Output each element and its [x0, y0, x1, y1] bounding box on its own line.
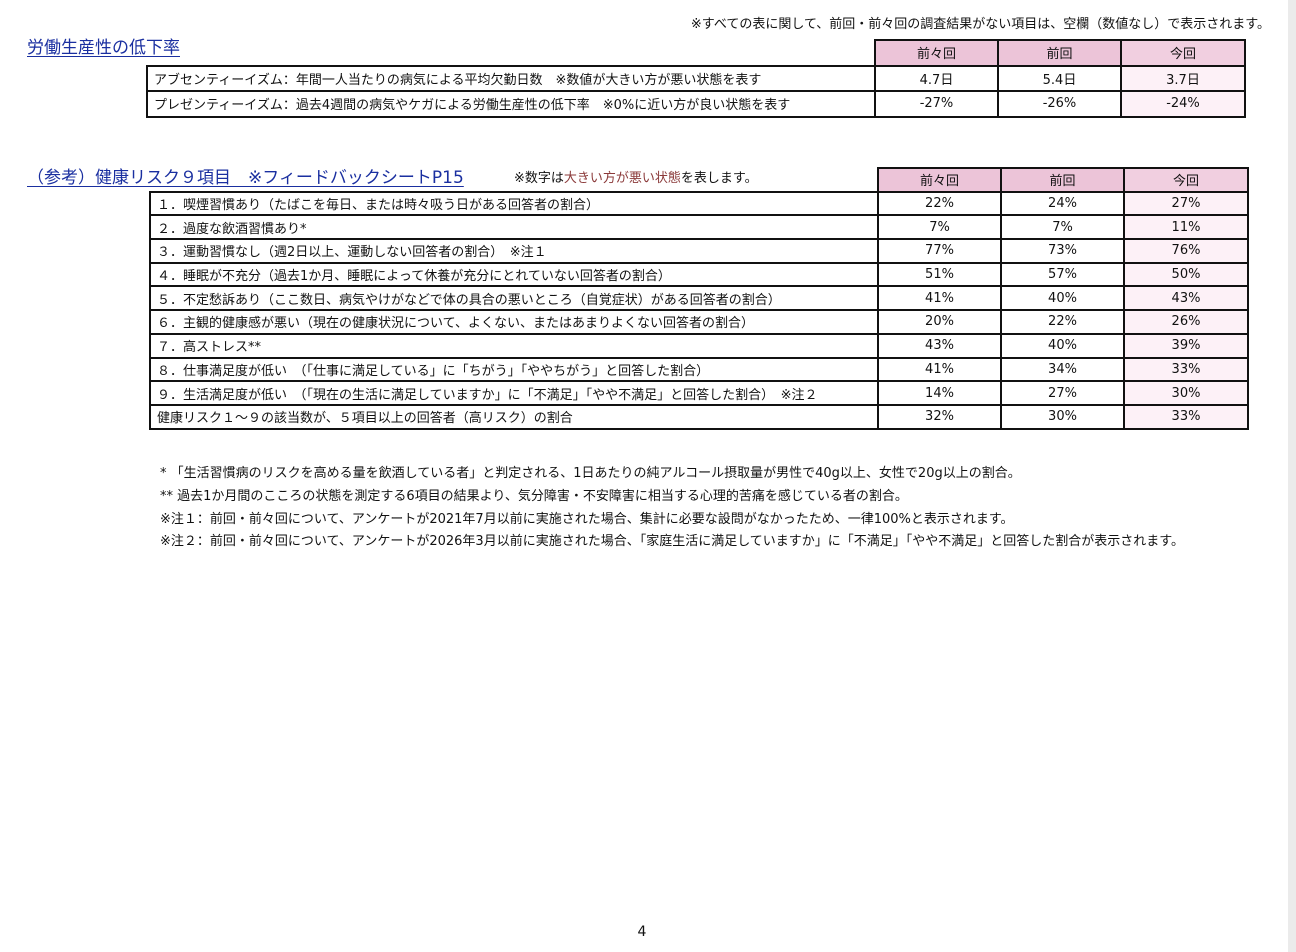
value-prev: 40%	[1000, 332, 1125, 359]
value-prev: 34%	[1000, 356, 1125, 383]
productivity-table: 前々回 前回 今回 アブセンティーイズム：年間一人当たりの病気による平均欠勤日数…	[146, 39, 1246, 118]
value-prev: 7%	[1000, 214, 1125, 241]
value-prev2: -27%	[874, 90, 999, 118]
header-prev: 前回	[1000, 167, 1125, 193]
header-current: 今回	[1120, 39, 1246, 67]
table-row: ３．運動習慣なし（週2日以上、運動しない回答者の割合） ※注１ 77% 73% …	[149, 238, 1249, 264]
value-current: 26%	[1123, 309, 1249, 335]
value-prev2: 4.7日	[874, 64, 999, 92]
value-prev: 30%	[1000, 403, 1125, 430]
header-prev: 前回	[997, 39, 1122, 67]
value-prev2: 7%	[877, 214, 1002, 241]
header-blank-cell	[147, 40, 875, 66]
row-label: １．喫煙習慣あり（たばこを毎日、または時々吸う日がある回答者の割合）	[149, 190, 879, 217]
header-blank-cell	[150, 168, 878, 192]
value-current: 50%	[1123, 261, 1249, 288]
row-label: ９．生活満足度が低い （「現在の生活に満足していますか」に「不満足」「やや不満足…	[149, 380, 879, 406]
health-risk-table: 前々回 前回 今回 １．喫煙習慣あり（たばこを毎日、または時々吸う日がある回答者…	[149, 167, 1249, 430]
row-label: ２．過度な飲酒習慣あり*	[149, 214, 879, 241]
value-prev2: 41%	[877, 285, 1002, 312]
table-row-total: 健康リスク１～９の該当数が、５項目以上の回答者（高リスク）の割合 32% 30%…	[149, 403, 1249, 430]
row-label: プレゼンティーイズム：過去4週間の病気やケガによる労働生産性の低下率 ※0%に近…	[146, 90, 876, 118]
value-current: 33%	[1123, 403, 1249, 430]
value-current: 33%	[1123, 356, 1249, 383]
value-prev2: 14%	[877, 380, 1002, 406]
footnotes: * 「生活習慣病のリスクを高める量を飲酒している者」と判定される、1日あたりの純…	[160, 463, 1184, 554]
row-label: ７．高ストレス**	[149, 332, 879, 359]
health-risk-header-row: 前々回 前回 今回	[150, 167, 1249, 193]
value-prev2: 20%	[877, 309, 1002, 335]
footnote-stress: ** 過去1か月間のこころの状態を測定する6項目の結果より、気分障害・不安障害に…	[160, 488, 908, 504]
value-prev: 73%	[1000, 238, 1125, 264]
value-current: 39%	[1123, 332, 1249, 359]
footnote-alcohol: * 「生活習慣病のリスクを高める量を飲酒している者」と判定される、1日あたりの純…	[160, 466, 1021, 481]
value-current: 27%	[1123, 190, 1249, 217]
value-prev: 40%	[1000, 285, 1125, 312]
table-row: ７．高ストレス** 43% 40% 39%	[149, 332, 1249, 359]
table-row: １．喫煙習慣あり（たばこを毎日、または時々吸う日がある回答者の割合） 22% 2…	[149, 190, 1249, 217]
productivity-header-row: 前々回 前回 今回	[147, 39, 1246, 67]
table-row: プレゼンティーイズム：過去4週間の病気やケガによる労働生産性の低下率 ※0%に近…	[146, 90, 1246, 118]
value-current: 43%	[1123, 285, 1249, 312]
top-note: ※すべての表に関して、前回・前々回の調査結果がない項目は、空欄（数値なし）で表示…	[690, 17, 1270, 32]
row-label: 健康リスク１～９の該当数が、５項目以上の回答者（高リスク）の割合	[149, 403, 879, 430]
header-prev2: 前々回	[877, 167, 1002, 193]
header-prev2: 前々回	[874, 39, 999, 67]
value-prev: 5.4日	[997, 64, 1122, 92]
row-label: ４．睡眠が不充分（過去1か月、睡眠によって休養が充分にとれていない回答者の割合）	[149, 261, 879, 288]
footnote-note1: ※注１：前回・前々回について、アンケートが2021年7月以前に実施された場合、集…	[160, 511, 1014, 527]
table-row: アブセンティーイズム：年間一人当たりの病気による平均欠勤日数 ※数値が大きい方が…	[146, 64, 1246, 92]
value-prev: 27%	[1000, 380, 1125, 406]
table-row: ９．生活満足度が低い （「現在の生活に満足していますか」に「不満足」「やや不満足…	[149, 380, 1249, 406]
row-label: ３．運動習慣なし（週2日以上、運動しない回答者の割合） ※注１	[149, 238, 879, 264]
value-prev2: 32%	[877, 403, 1002, 430]
row-label: ６．主観的健康感が悪い（現在の健康状況について、よくない、またはあまりよくない回…	[149, 309, 879, 335]
value-prev2: 77%	[877, 238, 1002, 264]
value-current: 3.7日	[1120, 64, 1246, 92]
table-row: ８．仕事満足度が低い （「仕事に満足している」に「ちがう」「ややちがう」と回答し…	[149, 356, 1249, 383]
row-label: アブセンティーイズム：年間一人当たりの病気による平均欠勤日数 ※数値が大きい方が…	[146, 64, 876, 92]
footnote-note2: ※注２：前回・前々回について、アンケートが2026年3月以前に実施された場合、「…	[160, 534, 1184, 550]
header-current: 今回	[1123, 167, 1249, 193]
row-label: ８．仕事満足度が低い （「仕事に満足している」に「ちがう」「ややちがう」と回答し…	[149, 356, 879, 383]
value-prev: -26%	[997, 90, 1122, 118]
value-current: 11%	[1123, 214, 1249, 241]
page-number: 4	[637, 924, 647, 940]
value-prev: 57%	[1000, 261, 1125, 288]
table-row: ２．過度な飲酒習慣あり* 7% 7% 11%	[149, 214, 1249, 241]
value-prev: 24%	[1000, 190, 1125, 217]
table-row: ６．主観的健康感が悪い（現在の健康状況について、よくない、またはあまりよくない回…	[149, 309, 1249, 335]
value-prev2: 51%	[877, 261, 1002, 288]
table-row: ４．睡眠が不充分（過去1か月、睡眠によって休養が充分にとれていない回答者の割合）…	[149, 261, 1249, 288]
value-prev2: 41%	[877, 356, 1002, 383]
value-prev2: 43%	[877, 332, 1002, 359]
value-current: -24%	[1120, 90, 1246, 118]
table-row: ５．不定愁訴あり（ここ数日、病気やけがなどで体の具合の悪いところ（自覚症状）があ…	[149, 285, 1249, 312]
value-current: 76%	[1123, 238, 1249, 264]
right-scrollbar-track	[1288, 0, 1296, 952]
value-prev: 22%	[1000, 309, 1125, 335]
value-prev2: 22%	[877, 190, 1002, 217]
value-current: 30%	[1123, 380, 1249, 406]
row-label: ５．不定愁訴あり（ここ数日、病気やけがなどで体の具合の悪いところ（自覚症状）があ…	[149, 285, 879, 312]
